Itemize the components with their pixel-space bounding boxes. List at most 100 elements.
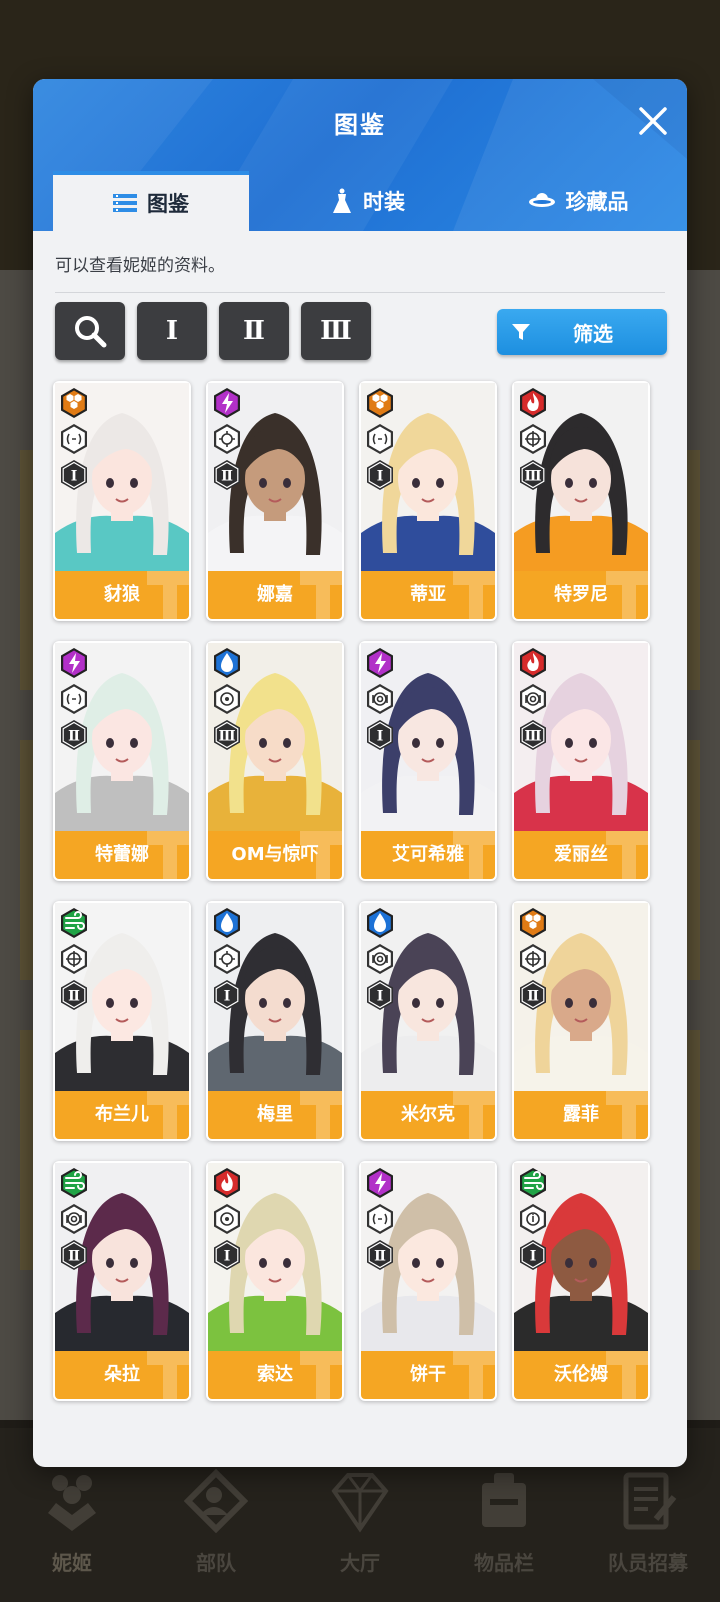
modal-title: 图鉴 (334, 111, 386, 139)
filter-row: Ⅰ Ⅱ Ⅲ 筛选 (55, 302, 667, 360)
burst-filter-3-button[interactable]: Ⅲ (301, 302, 371, 360)
description-text: 可以查看妮姬的资料。 (55, 256, 225, 276)
character-card[interactable]: Ⅰ 沃伦姆 (512, 1161, 650, 1401)
electric-element-icon (367, 1168, 393, 1198)
nav-lobby[interactable]: 大厅 (300, 1452, 420, 1602)
character-name-bar: OM与惊吓 (208, 831, 342, 879)
sr-weapon-icon (520, 944, 546, 974)
character-card[interactable]: Ⅱ 饼干 (359, 1161, 497, 1401)
nav-label: 大厅 (340, 1551, 380, 1575)
water-element-icon (367, 908, 393, 938)
magnifier-icon (75, 316, 107, 348)
character-name-bar: 梅里 (208, 1091, 342, 1139)
character-name-bar: 蒂亚 (361, 571, 495, 619)
burst-tier-text: Ⅱ (527, 989, 539, 1005)
planet-icon (528, 193, 555, 207)
character-badges: Ⅰ (365, 907, 395, 1015)
smg-weapon-icon (214, 944, 240, 974)
character-name-bar: 爱丽丝 (514, 831, 648, 879)
electric-element-icon (61, 648, 87, 678)
burst-tier-icon: Ⅰ (367, 720, 393, 750)
wind-element-icon (520, 1168, 546, 1198)
burst-tier-icon: Ⅱ (61, 980, 87, 1010)
character-badges: Ⅱ (365, 1167, 395, 1275)
character-name: 饼干 (410, 1364, 446, 1385)
filter-button[interactable]: 筛选 (497, 309, 667, 355)
character-card[interactable]: Ⅱ 特蕾娜 (53, 641, 191, 881)
burst-tier-icon: Ⅰ (214, 980, 240, 1010)
character-name: 特蕾娜 (95, 844, 149, 865)
recruit-icon (623, 1472, 677, 1530)
burst-filter-2-button[interactable]: Ⅱ (219, 302, 289, 360)
character-name: 艾可希雅 (392, 844, 464, 865)
divider (55, 292, 665, 293)
character-card[interactable]: Ⅱ 朵拉 (53, 1161, 191, 1401)
filter-button-label: 筛选 (573, 321, 613, 346)
burst-tier-text: Ⅰ (530, 1249, 537, 1265)
water-element-icon (214, 648, 240, 678)
nav-recruit[interactable]: 队员招募 (588, 1452, 708, 1602)
burst-tier-text: Ⅲ (218, 729, 235, 745)
tab-codex[interactable]: 图鉴 (53, 171, 249, 231)
nav-label: 部队 (196, 1551, 236, 1575)
burst-tier-text: Ⅰ (377, 469, 384, 485)
nav-inventory[interactable]: 物品栏 (444, 1452, 564, 1602)
character-name-bar: 朵拉 (55, 1351, 189, 1399)
burst-tier-text: Ⅱ (221, 469, 233, 485)
burst-filter-1-button[interactable]: Ⅰ (137, 302, 207, 360)
lobby-icon (331, 1473, 389, 1533)
character-name-bar: 艾可希雅 (361, 831, 495, 879)
burst-tier-text: Ⅱ (68, 1249, 80, 1265)
character-card[interactable]: Ⅲ OM与惊吓 (206, 641, 344, 881)
burst-tier-icon: Ⅰ (367, 460, 393, 490)
nav-nikke[interactable]: 妮姬 (12, 1452, 132, 1602)
burst-tier-icon: Ⅱ (61, 1240, 87, 1270)
character-name-bar: 沃伦姆 (514, 1351, 648, 1399)
character-card[interactable]: Ⅰ 梅里 (206, 901, 344, 1141)
smg-weapon-icon (214, 424, 240, 454)
dress-icon (333, 188, 351, 213)
character-card[interactable]: Ⅱ 娜嘉 (206, 381, 344, 621)
tab-label: 珍藏品 (565, 190, 629, 214)
character-card[interactable]: Ⅱ 露菲 (512, 901, 650, 1141)
character-name-bar: 露菲 (514, 1091, 648, 1139)
character-name: 豺狼 (104, 584, 140, 605)
character-name-bar: 米尔克 (361, 1091, 495, 1139)
tab-label: 时装 (363, 190, 405, 214)
character-badges: Ⅰ (59, 387, 89, 495)
modal-header: 图鉴 图鉴 时装 珍藏品 (33, 79, 687, 231)
character-card[interactable]: Ⅰ 艾可希雅 (359, 641, 497, 881)
iron-element-icon (367, 388, 393, 418)
burst-tier-icon: Ⅰ (214, 1240, 240, 1270)
burst-tier-text: Ⅲ (524, 729, 541, 745)
burst-tier-text: Ⅲ (524, 469, 541, 485)
character-card[interactable]: Ⅲ 爱丽丝 (512, 641, 650, 881)
burst-tier-icon: Ⅰ (367, 980, 393, 1010)
water-element-icon (214, 908, 240, 938)
tab-collection[interactable]: 珍藏品 (483, 171, 673, 231)
tab-costume[interactable]: 时装 (283, 171, 453, 231)
character-badges: Ⅱ (59, 907, 89, 1015)
character-card[interactable]: Ⅰ 蒂亚 (359, 381, 497, 621)
character-card[interactable]: Ⅰ 索达 (206, 1161, 344, 1401)
iron-element-icon (61, 388, 87, 418)
electric-element-icon (214, 388, 240, 418)
character-card[interactable]: Ⅱ 布兰儿 (53, 901, 191, 1141)
character-badges: Ⅰ (212, 1167, 242, 1275)
character-name: 索达 (257, 1364, 293, 1385)
search-button[interactable] (55, 302, 125, 360)
character-name-bar: 豺狼 (55, 571, 189, 619)
character-card[interactable]: Ⅰ 豺狼 (53, 381, 191, 621)
character-name-bar: 布兰儿 (55, 1091, 189, 1139)
sr-weapon-icon (61, 944, 87, 974)
character-name: 沃伦姆 (554, 1364, 608, 1385)
character-name-bar: 特蕾娜 (55, 831, 189, 879)
character-card[interactable]: Ⅲ 特罗尼 (512, 381, 650, 621)
character-card[interactable]: Ⅰ 米尔克 (359, 901, 497, 1141)
fire-element-icon (520, 648, 546, 678)
character-badges: Ⅲ (518, 647, 548, 755)
inventory-icon (482, 1473, 526, 1527)
character-name: 露菲 (563, 1104, 599, 1125)
nav-squad[interactable]: 部队 (156, 1452, 276, 1602)
close-icon[interactable] (633, 101, 673, 141)
